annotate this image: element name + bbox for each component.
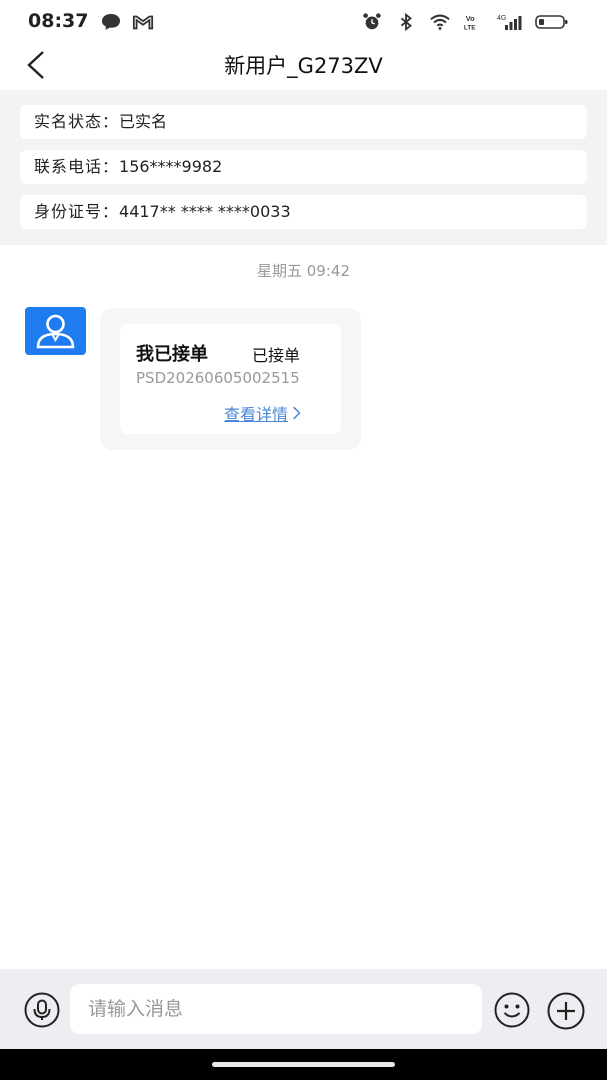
id-value: 4417** **** ****0033: [119, 202, 291, 221]
order-number: PSD20260605002515: [136, 369, 300, 387]
order-card-title: 我已接单: [136, 344, 208, 365]
id-label: 身份证号：: [34, 202, 120, 221]
view-details-link[interactable]: 查看详情: [224, 401, 302, 425]
chat-bubble-icon: [102, 14, 120, 30]
wifi-icon: [430, 14, 450, 30]
view-details-label: 查看详情: [224, 405, 289, 424]
status-bar: 08:37 Vo LTE 4G: [0, 0, 607, 44]
top-nav-bar: 新用户_G273ZV: [0, 44, 607, 90]
home-gesture-handle[interactable]: [212, 1062, 395, 1067]
message-timestamp: 星期五 09:42: [257, 262, 350, 280]
phone-value: 156****9982: [119, 157, 223, 176]
realname-label: 实名状态：: [34, 112, 120, 131]
order-card[interactable]: 我已接单 已接单 PSD20260605002515 查看详情: [120, 324, 341, 434]
battery-icon: [535, 15, 568, 29]
order-status: 已接单: [252, 346, 301, 365]
volte-icon: Vo LTE: [464, 14, 476, 31]
user-info-section: 实名状态：已实名 联系电话：156****9982 身份证号：4417** **…: [0, 90, 607, 245]
phone-row: 联系电话：156****9982: [20, 150, 587, 184]
chevron-right-icon: [293, 406, 301, 420]
plus-icon[interactable]: [546, 991, 586, 1031]
realname-status-row: 实名状态：已实名: [20, 105, 587, 139]
svg-text:LTE: LTE: [464, 24, 476, 31]
message-input[interactable]: [70, 984, 482, 1034]
phone-label: 联系电话：: [34, 157, 120, 176]
message-input-bar: [0, 969, 607, 1049]
user-avatar-icon[interactable]: [25, 307, 86, 355]
message-bubble: 我已接单 已接单 PSD20260605002515 查看详情: [100, 308, 361, 450]
emoji-icon[interactable]: [493, 991, 531, 1029]
alarm-icon: [363, 13, 381, 30]
bluetooth-icon: [400, 12, 413, 32]
gmail-icon: [132, 15, 154, 30]
status-time: 08:37: [28, 10, 89, 32]
svg-text:Vo: Vo: [466, 14, 475, 23]
microphone-icon[interactable]: [23, 991, 61, 1029]
id-number-row: 身份证号：4417** **** ****0033: [20, 195, 587, 229]
signal-4g-icon: 4G: [497, 15, 522, 30]
svg-text:4G: 4G: [497, 15, 506, 22]
system-navigation-bar: [0, 1049, 607, 1080]
page-title: 新用户_G273ZV: [224, 54, 383, 78]
realname-value: 已实名: [119, 112, 168, 131]
